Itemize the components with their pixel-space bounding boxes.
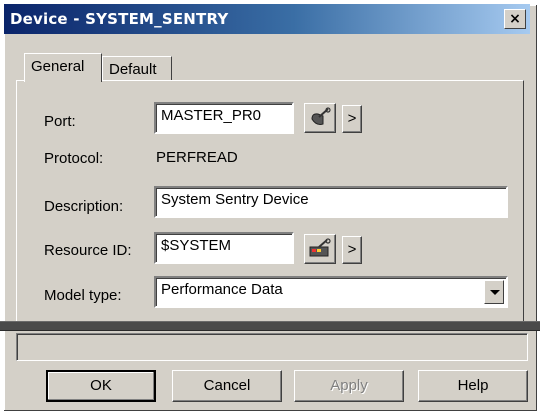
port-browse-button[interactable] [304, 103, 336, 133]
ok-button[interactable]: OK [46, 370, 156, 402]
close-button[interactable]: × [504, 9, 526, 29]
description-value: System Sentry Device [161, 191, 309, 208]
port-field[interactable]: MASTER_PR0 [154, 102, 294, 134]
cancel-label: Cancel [203, 377, 251, 394]
resource-more-button[interactable]: > [342, 236, 362, 264]
model-type-value: Performance Data [161, 281, 283, 298]
resource-id-field[interactable]: $SYSTEM [154, 232, 294, 264]
help-button[interactable]: Help [418, 370, 528, 402]
system-device-icon [309, 238, 331, 257]
port-value: MASTER_PR0 [161, 107, 262, 124]
description-label: Description: [44, 198, 124, 215]
resource-id-label: Resource ID: [44, 242, 132, 259]
status-area [16, 333, 528, 361]
tab-general[interactable]: General [24, 53, 102, 82]
chevron-right-icon: > [347, 241, 357, 258]
title-bar[interactable]: Device - SYSTEM_SENTRY × [4, 4, 530, 34]
cancel-button[interactable]: Cancel [172, 370, 282, 402]
help-label: Help [457, 377, 489, 394]
description-field[interactable]: System Sentry Device [154, 186, 508, 218]
port-more-button[interactable]: > [342, 105, 362, 133]
window-title: Device - SYSTEM_SENTRY [10, 10, 229, 28]
model-type-select[interactable]: Performance Data [154, 276, 508, 308]
tab-default[interactable]: Default [102, 56, 172, 82]
apply-button[interactable]: Apply [294, 370, 404, 402]
wrench-device-icon [311, 107, 331, 125]
close-icon: × [509, 11, 521, 27]
protocol-label: Protocol: [44, 150, 104, 167]
apply-label: Apply [330, 377, 368, 394]
resource-id-value: $SYSTEM [161, 237, 232, 254]
ok-label: OK [90, 377, 112, 394]
tab-general-label: General [31, 58, 85, 75]
tab-default-label: Default [109, 61, 157, 78]
chevron-down-icon[interactable] [484, 280, 504, 304]
resource-browse-button[interactable] [304, 234, 336, 264]
protocol-value: PERFREAD [156, 149, 238, 166]
chevron-right-icon: > [347, 110, 357, 127]
divider [0, 321, 540, 331]
port-label: Port: [44, 113, 76, 130]
model-type-label: Model type: [44, 287, 122, 304]
